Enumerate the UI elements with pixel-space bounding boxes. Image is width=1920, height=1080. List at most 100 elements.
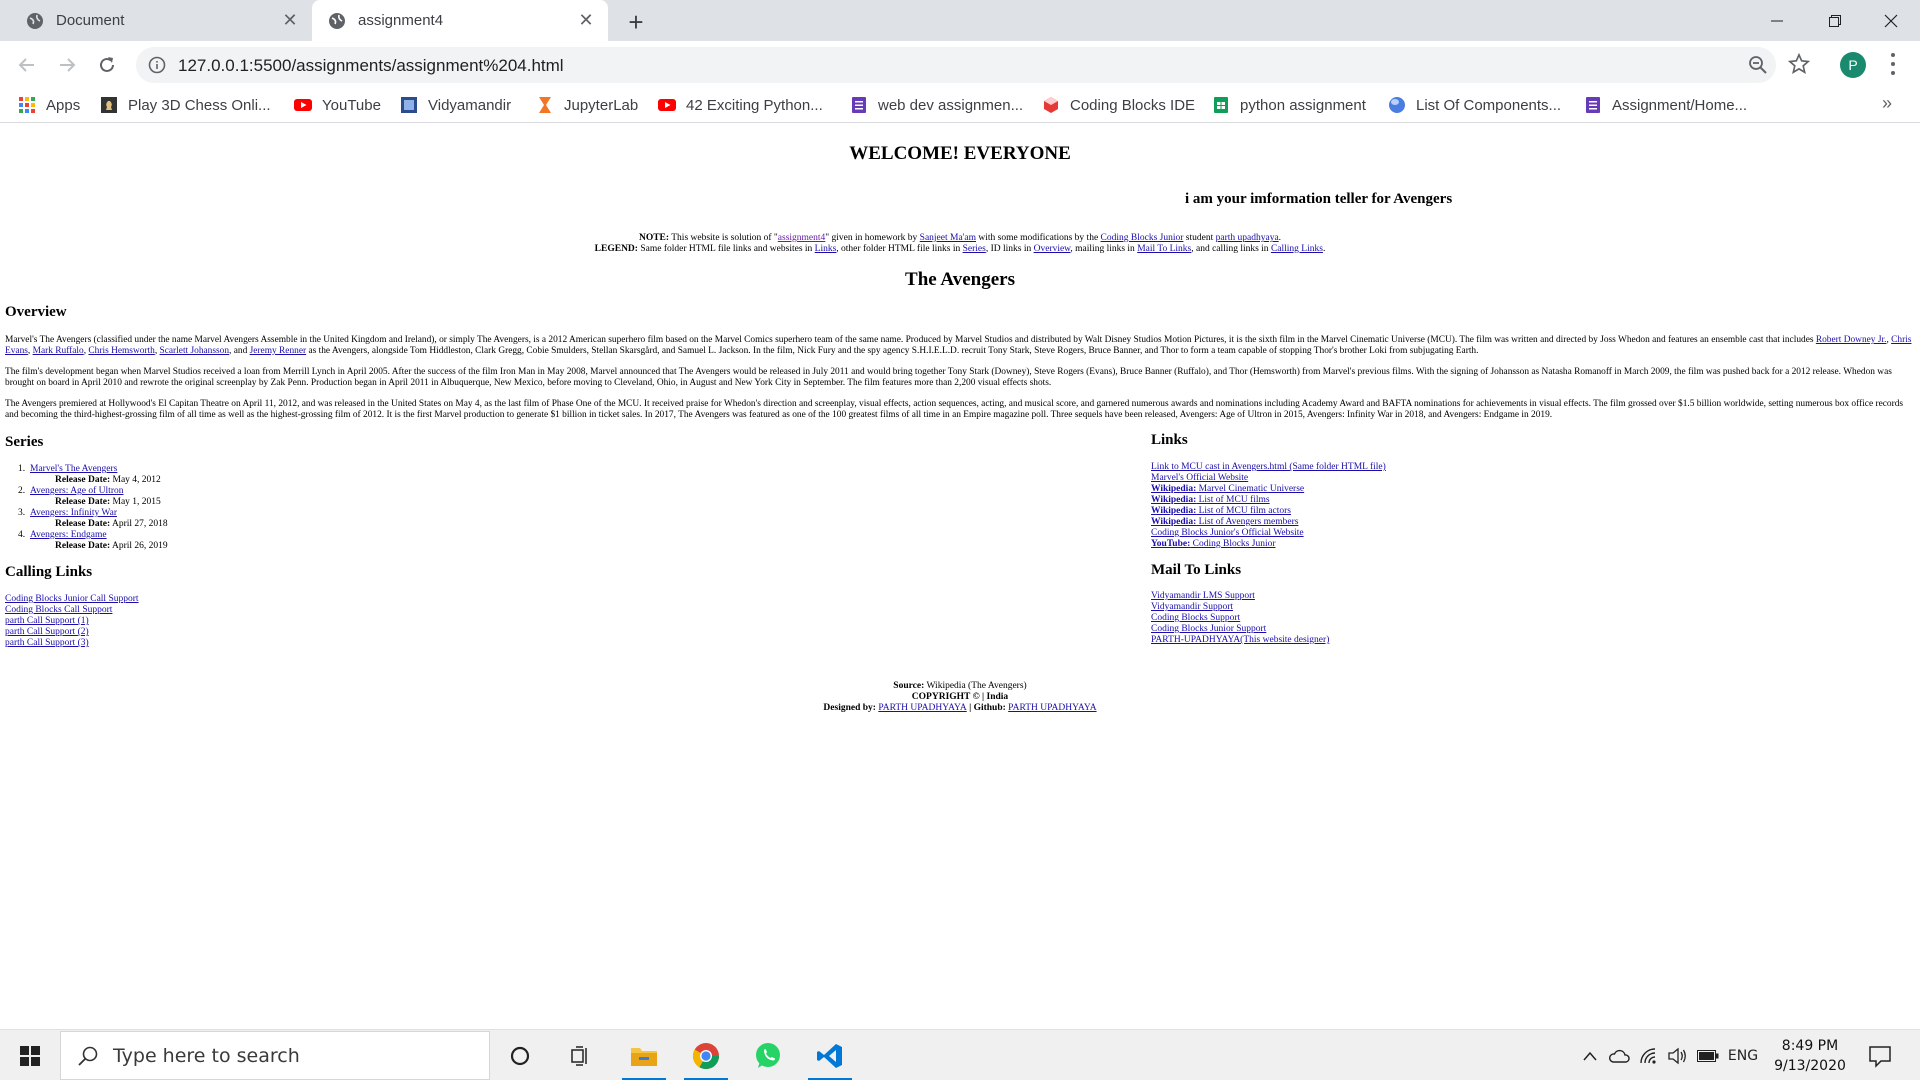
coding-blocks-junior-link[interactable]: Coding Blocks Junior bbox=[1101, 233, 1184, 243]
taskbar-clock[interactable]: 8:49 PM 9/13/2020 bbox=[1762, 1036, 1858, 1076]
actor-link[interactable]: Chris Hemsworth bbox=[88, 346, 154, 356]
external-link[interactable]: Wikipedia: List of Avengers members bbox=[1151, 517, 1298, 527]
list-item: Wikipedia: List of MCU film actors bbox=[1151, 506, 1386, 517]
taskbar-search-input[interactable]: Type here to search bbox=[60, 1031, 490, 1080]
bookmark-apps[interactable]: Apps bbox=[18, 95, 80, 115]
mail-links-list: Vidyamandir LMS Support Vidyamandir Supp… bbox=[1151, 591, 1329, 646]
url-text[interactable]: 127.0.0.1:5500/assignments/assignment%20… bbox=[178, 56, 564, 76]
assignment4-link[interactable]: assignment4 bbox=[778, 233, 826, 243]
link-prefix: Wikipedia: bbox=[1151, 495, 1197, 505]
whatsapp-button[interactable] bbox=[742, 1030, 794, 1080]
bookmarks-overflow-button[interactable]: » bbox=[1882, 93, 1892, 114]
menu-icon[interactable] bbox=[1888, 53, 1898, 75]
student-link[interactable]: parth upadhyaya bbox=[1216, 233, 1279, 243]
call-link[interactable]: Coding Blocks Junior Call Support bbox=[5, 594, 139, 605]
bookmark-list-of-components[interactable]: List Of Components... bbox=[1388, 95, 1561, 115]
bookmark-python-assignment[interactable]: python assignment bbox=[1212, 95, 1366, 115]
bookmark-vidyamandir[interactable]: Vidyamandir bbox=[400, 95, 511, 115]
call-link[interactable]: parth Call Support (1) bbox=[5, 616, 139, 627]
restore-button[interactable] bbox=[1806, 0, 1864, 41]
volume-button[interactable] bbox=[1664, 1030, 1690, 1080]
tab-assignment4[interactable]: assignment4 ✕ bbox=[312, 0, 608, 41]
call-link[interactable]: parth Call Support (3) bbox=[5, 638, 139, 649]
show-hidden-icons-button[interactable] bbox=[1578, 1030, 1602, 1080]
actor-link[interactable]: Scarlett Johansson bbox=[160, 346, 230, 356]
battery-button[interactable] bbox=[1694, 1030, 1722, 1080]
close-window-button[interactable] bbox=[1862, 0, 1920, 41]
link-prefix: YouTube: bbox=[1151, 539, 1191, 549]
task-view-button[interactable] bbox=[554, 1030, 606, 1080]
file-explorer-button[interactable] bbox=[618, 1030, 670, 1080]
series-link[interactable]: Avengers: Infinity War bbox=[30, 508, 117, 518]
chrome-button[interactable] bbox=[680, 1030, 732, 1080]
language-indicator[interactable]: ENG bbox=[1726, 1030, 1760, 1080]
close-icon[interactable]: ✕ bbox=[574, 9, 598, 33]
minimize-button[interactable] bbox=[1748, 0, 1806, 41]
legend-label: LEGEND: bbox=[594, 244, 638, 254]
mail-link[interactable]: Vidyamandir Support bbox=[1151, 602, 1329, 613]
note-text: " given in homework by bbox=[825, 233, 920, 243]
list-item: Coding Blocks Junior's Official Website bbox=[1151, 528, 1386, 539]
series-anchor[interactable]: Series bbox=[963, 244, 986, 254]
bookmark-python-video[interactable]: 42 Exciting Python... bbox=[658, 95, 823, 115]
release-value: May 4, 2012 bbox=[110, 475, 161, 485]
series-link[interactable]: Avengers: Age of Ultron bbox=[30, 486, 123, 496]
mail-link[interactable]: PARTH-UPADHYAYA(This website designer) bbox=[1151, 635, 1329, 646]
vscode-button[interactable] bbox=[804, 1030, 856, 1080]
address-bar[interactable]: 127.0.0.1:5500/assignments/assignment%20… bbox=[136, 47, 1776, 83]
external-link[interactable]: Coding Blocks Junior's Official Website bbox=[1151, 528, 1304, 538]
link-text: Marvel's Official Website bbox=[1151, 473, 1249, 483]
series-link[interactable]: Avengers: Endgame bbox=[30, 530, 107, 540]
links-anchor[interactable]: Links bbox=[815, 244, 837, 254]
external-link[interactable]: YouTube: Coding Blocks Junior bbox=[1151, 539, 1276, 549]
mail-link[interactable]: Coding Blocks Support bbox=[1151, 613, 1329, 624]
info-icon[interactable] bbox=[148, 56, 166, 74]
network-button[interactable] bbox=[1636, 1030, 1662, 1080]
cortana-button[interactable] bbox=[494, 1030, 546, 1080]
external-link[interactable]: Wikipedia: List of MCU films bbox=[1151, 495, 1270, 505]
link-prefix: Wikipedia: bbox=[1151, 506, 1197, 516]
call-link[interactable]: Coding Blocks Call Support bbox=[5, 605, 139, 616]
reload-button[interactable] bbox=[92, 50, 122, 80]
external-link[interactable]: Wikipedia: Marvel Cinematic Universe bbox=[1151, 484, 1304, 494]
bookmark-assignment-home[interactable]: Assignment/Home... bbox=[1584, 95, 1747, 115]
back-button[interactable] bbox=[12, 50, 42, 80]
onedrive-button[interactable] bbox=[1606, 1030, 1632, 1080]
bookmark-youtube[interactable]: YouTube bbox=[294, 95, 381, 115]
start-button[interactable] bbox=[0, 1030, 60, 1080]
mail-link[interactable]: Vidyamandir LMS Support bbox=[1151, 591, 1329, 602]
bookmark-jupyterlab[interactable]: JupyterLab bbox=[536, 95, 638, 115]
call-link[interactable]: parth Call Support (2) bbox=[5, 627, 139, 638]
external-link[interactable]: Marvel's Official Website bbox=[1151, 473, 1248, 483]
notification-icon[interactable] bbox=[1866, 1042, 1894, 1070]
mail-link[interactable]: Coding Blocks Junior Support bbox=[1151, 624, 1329, 635]
close-icon[interactable]: ✕ bbox=[278, 9, 302, 33]
zoom-out-icon[interactable] bbox=[1748, 55, 1768, 75]
designer-link[interactable]: PARTH UPADHYAYA bbox=[878, 703, 966, 713]
speaker-icon bbox=[1668, 1047, 1686, 1064]
bookmark-web-dev[interactable]: web dev assignmen... bbox=[850, 95, 1023, 115]
profile-avatar[interactable]: P bbox=[1840, 52, 1866, 78]
release-date: Release Date: May 1, 2015 bbox=[55, 497, 168, 508]
release-value: May 1, 2015 bbox=[110, 497, 161, 507]
bookmark-star-icon[interactable] bbox=[1788, 53, 1810, 75]
actor-link[interactable]: Robert Downey Jr. bbox=[1816, 335, 1887, 345]
windows-logo-icon bbox=[20, 1045, 40, 1066]
github-link[interactable]: PARTH UPADHYAYA bbox=[1008, 703, 1096, 713]
series-link[interactable]: Marvel's The Avengers bbox=[30, 464, 117, 474]
actor-link[interactable]: Mark Ruffalo bbox=[33, 346, 84, 356]
tab-document[interactable]: Document ✕ bbox=[10, 0, 312, 41]
external-link[interactable]: Wikipedia: List of MCU film actors bbox=[1151, 506, 1291, 516]
task-view-icon bbox=[571, 1045, 587, 1066]
clock-date: 9/13/2020 bbox=[1774, 1058, 1846, 1074]
forward-button[interactable] bbox=[52, 50, 82, 80]
external-link[interactable]: Link to MCU cast in Avengers.html (Same … bbox=[1151, 462, 1386, 472]
actor-link[interactable]: Jeremy Renner bbox=[250, 346, 307, 356]
bookmark-coding-blocks-ide[interactable]: Coding Blocks IDE bbox=[1042, 95, 1195, 115]
mail-anchor[interactable]: Mail To Links bbox=[1137, 244, 1191, 254]
new-tab-button[interactable]: + bbox=[622, 8, 650, 36]
calling-anchor[interactable]: Calling Links bbox=[1271, 244, 1323, 254]
teacher-link[interactable]: Sanjeet Ma'am bbox=[920, 233, 976, 243]
overview-anchor[interactable]: Overview bbox=[1034, 244, 1071, 254]
bookmark-chess[interactable]: Play 3D Chess Onli... bbox=[100, 95, 271, 115]
